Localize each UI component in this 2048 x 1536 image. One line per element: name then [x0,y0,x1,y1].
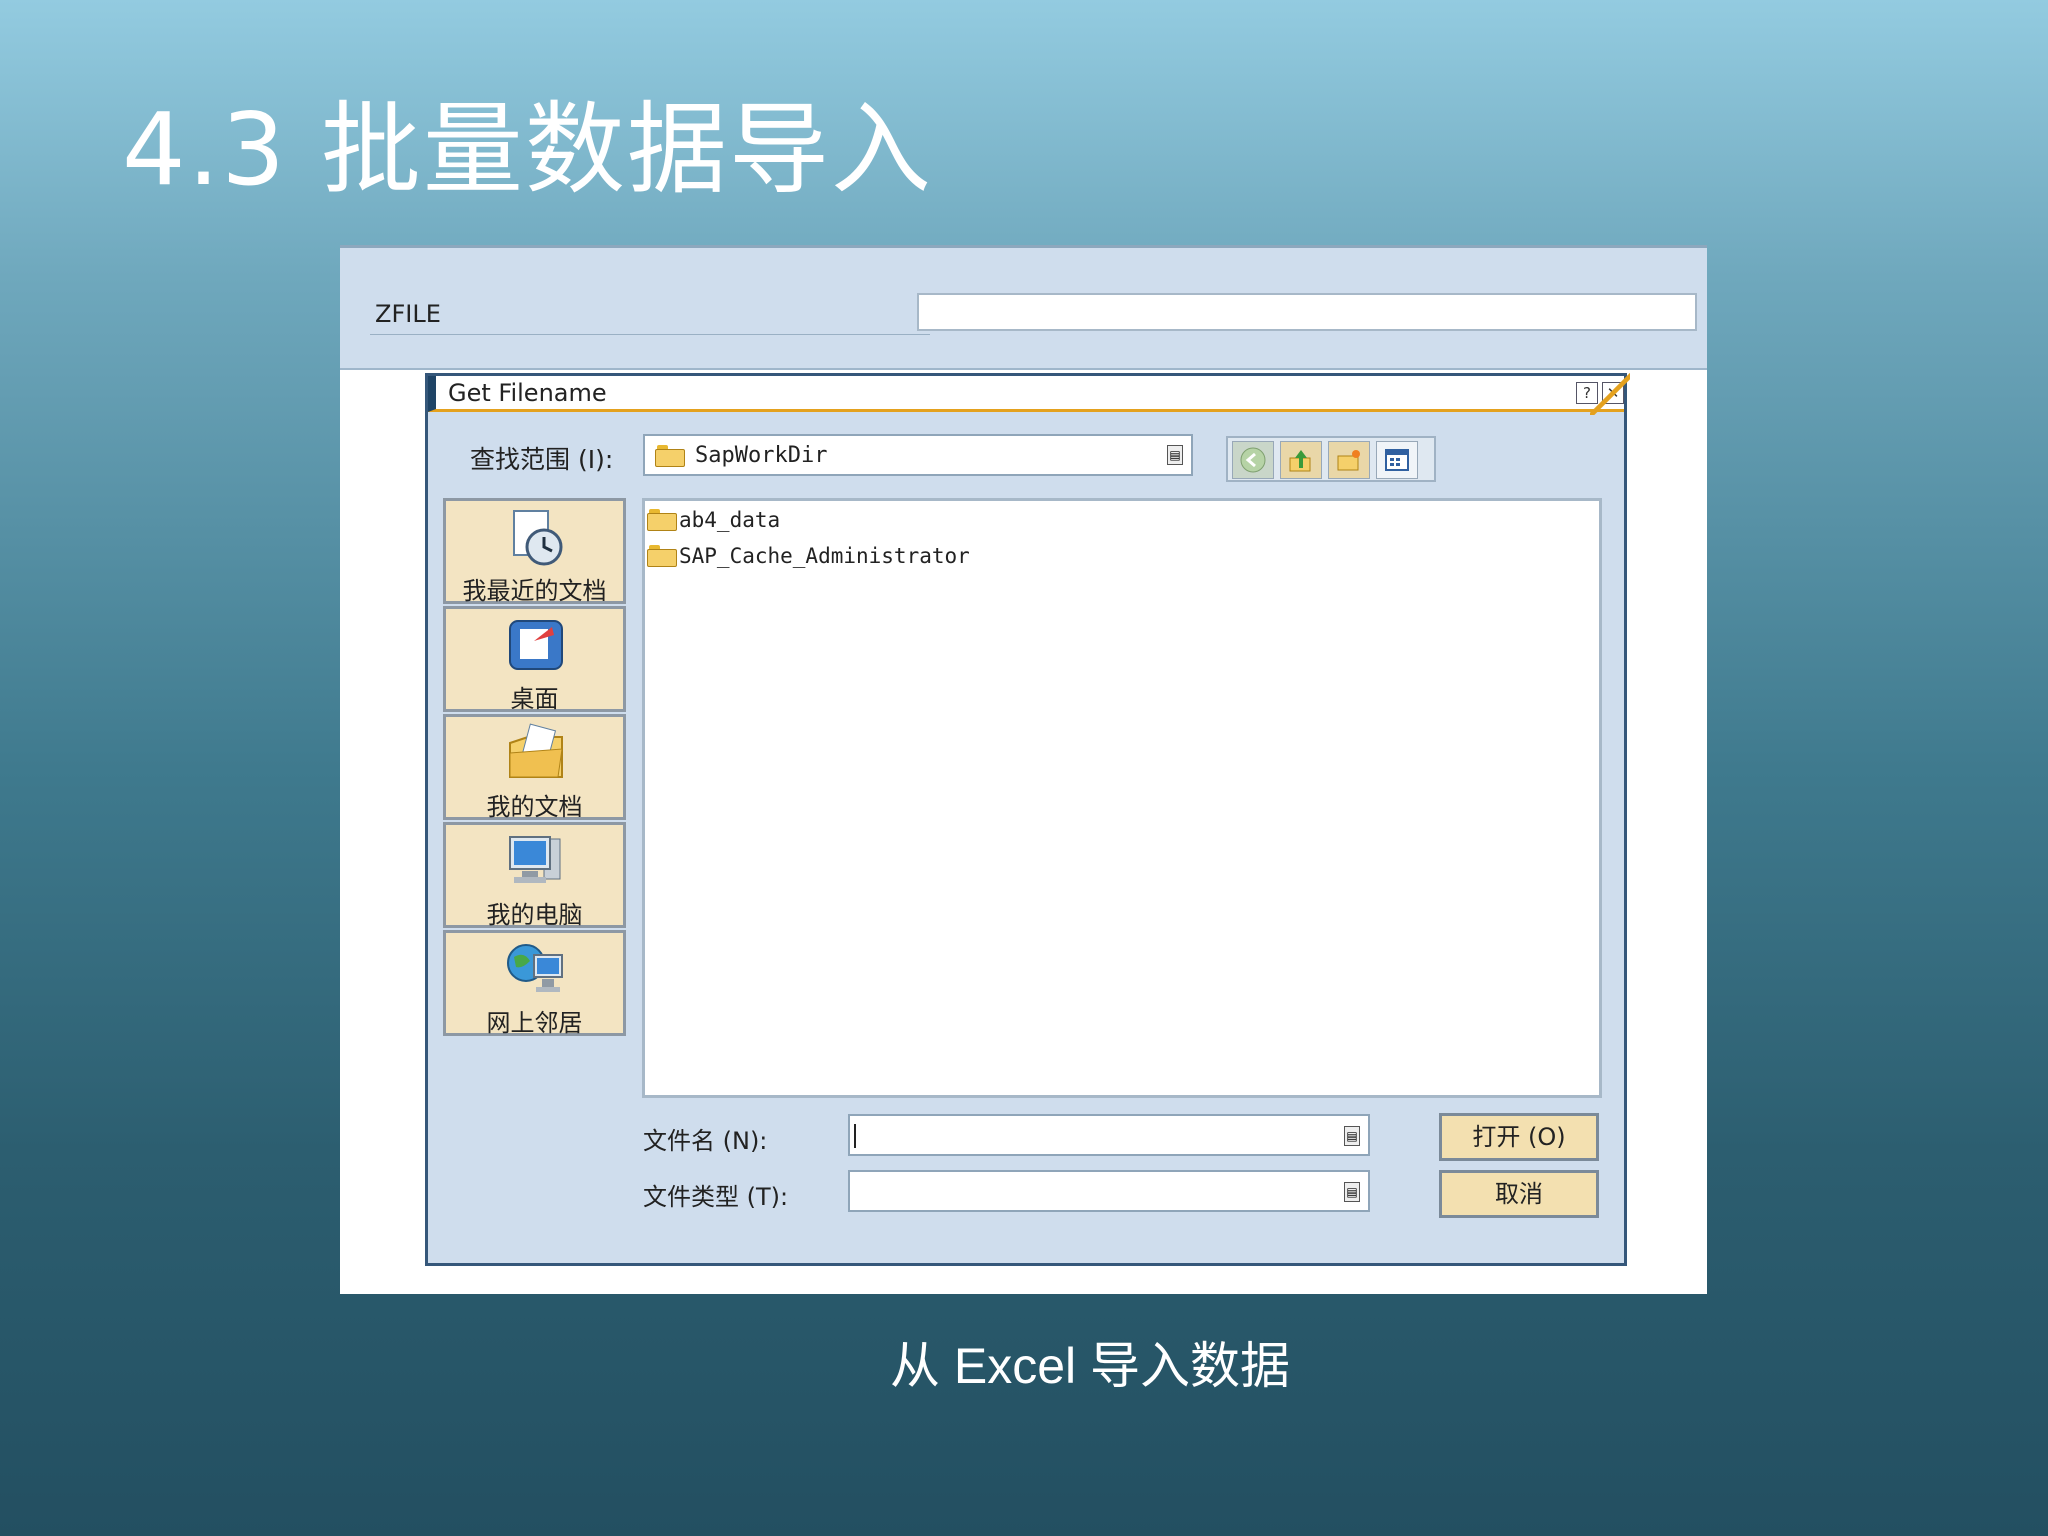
zfile-label-underline [370,334,930,335]
place-label: 我的电脑 [486,901,583,929]
dialog-title: Get Filename [448,379,607,407]
get-filename-dialog: Get Filename ? ✕ 查找范围 (I): SapWorkDir ▤ [425,373,1630,1266]
slide-caption: 从 Excel 导入数据 [890,1338,1291,1394]
place-desktop[interactable]: 桌面 [443,606,626,713]
folder-icon [655,445,685,467]
list-item[interactable]: ab4_data [647,505,780,535]
selection-screen: ZFILE [340,248,1707,370]
place-recent-documents[interactable]: 我最近的文档 [443,498,626,605]
folder-icon [647,509,677,531]
new-folder-icon[interactable] [1328,441,1370,479]
place-label: 网上邻居 [486,1009,583,1037]
places-bar: 我最近的文档 桌面 我的文档 我的电脑 网上邻居 [443,498,626,1038]
place-label: 桌面 [510,685,559,713]
file-name: SAP_Cache_Administrator [679,544,970,568]
zfile-label: ZFILE [375,300,441,328]
my-computer-icon [501,831,571,893]
view-menu-icon[interactable] [1376,441,1418,479]
look-in-label: 查找范围 (I): [470,445,614,474]
list-item[interactable]: SAP_Cache_Administrator [647,541,970,571]
filetype-label: 文件类型 (T): [643,1183,789,1211]
desktop-icon [501,615,571,677]
text-caret [854,1124,856,1148]
place-my-documents[interactable]: 我的文档 [443,714,626,821]
dialog-toolbar [1226,436,1436,482]
place-label: 我的文档 [486,793,583,821]
recent-documents-icon [501,507,571,569]
file-list[interactable]: ab4_data SAP_Cache_Administrator [642,498,1602,1098]
filetype-dropdown[interactable]: ▤ [848,1170,1370,1212]
look-in-dropdown[interactable]: SapWorkDir ▤ [643,434,1193,476]
dropdown-arrow-icon[interactable]: ▤ [1344,1182,1360,1202]
zfile-input[interactable] [917,293,1697,331]
sap-screenshot: ZFILE Get Filename ? ✕ 查找范围 (I): SapWork… [340,245,1707,1294]
my-documents-icon [501,723,571,785]
place-label: 我最近的文档 [462,577,607,605]
network-places-icon [501,939,571,1001]
folder-icon [647,545,677,567]
filename-label: 文件名 (N): [643,1127,768,1155]
slide-title: 4.3 批量数据导入 [122,91,933,208]
back-icon[interactable] [1232,441,1274,479]
place-network[interactable]: 网上邻居 [443,930,626,1037]
look-in-value: SapWorkDir [695,443,828,468]
title-corner-accent [1590,373,1630,415]
filename-input[interactable]: ▤ [848,1114,1370,1156]
dialog-titlebar[interactable]: Get Filename ? ✕ [428,373,1630,415]
open-button[interactable]: 打开 (O) [1439,1113,1599,1161]
cancel-button[interactable]: 取消 [1439,1170,1599,1218]
dropdown-arrow-icon[interactable]: ▤ [1167,445,1183,465]
place-my-computer[interactable]: 我的电脑 [443,822,626,929]
dropdown-arrow-icon[interactable]: ▤ [1344,1126,1360,1146]
up-folder-icon[interactable] [1280,441,1322,479]
file-name: ab4_data [679,508,781,532]
